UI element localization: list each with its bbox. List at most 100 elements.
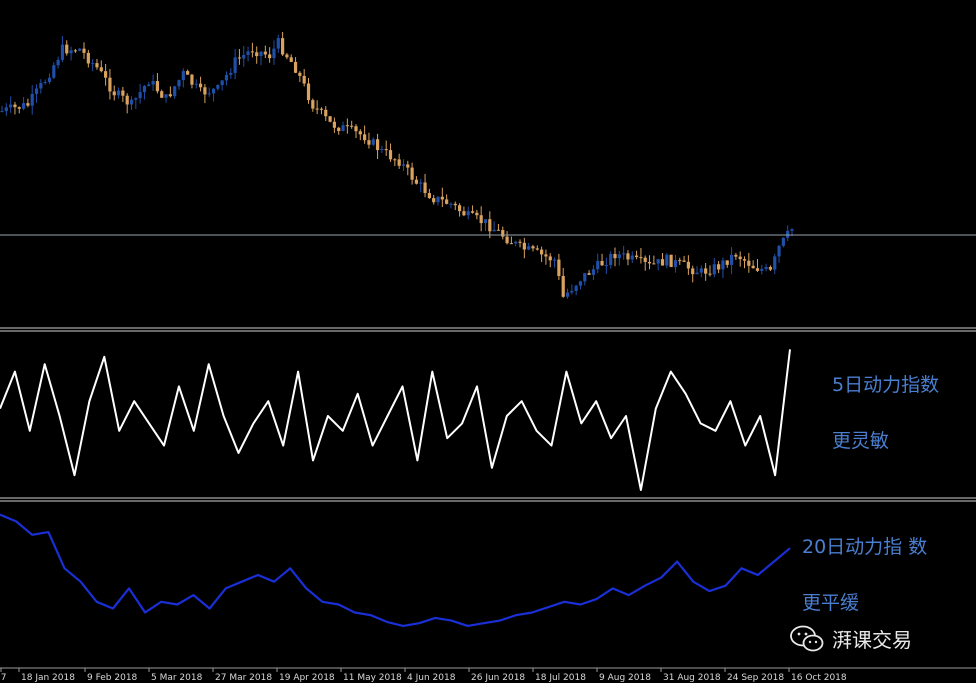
candle-body bbox=[764, 267, 768, 269]
candle-body bbox=[717, 264, 721, 270]
candle-body bbox=[557, 259, 561, 276]
candle-body bbox=[263, 51, 267, 55]
x-axis-ticks: 17 18 Jan 2018 9 Feb 2018 5 Mar 2018 27 Mar … bbox=[0, 668, 847, 683]
candle-body bbox=[82, 48, 86, 53]
candle-body bbox=[786, 230, 790, 238]
candle-body bbox=[384, 149, 388, 151]
candle-body bbox=[345, 125, 349, 127]
candle-body bbox=[626, 253, 630, 260]
candle-body bbox=[151, 81, 155, 85]
candle-body bbox=[52, 65, 56, 78]
candle-body bbox=[56, 59, 60, 66]
candle-body bbox=[121, 90, 125, 96]
candle-body bbox=[622, 253, 626, 255]
candle-body bbox=[112, 91, 116, 96]
brand-watermark: 湃课交易 bbox=[790, 624, 912, 653]
candle-body bbox=[367, 140, 371, 145]
candle-body bbox=[276, 38, 280, 49]
candle-body bbox=[43, 82, 47, 84]
candle-body bbox=[181, 71, 185, 81]
candle-body bbox=[583, 273, 587, 282]
candle-body bbox=[173, 86, 177, 97]
candle-body bbox=[138, 92, 142, 99]
candle-body bbox=[604, 265, 608, 267]
candle-body bbox=[99, 67, 103, 72]
candle-body bbox=[587, 273, 591, 275]
candle-body bbox=[647, 261, 652, 264]
candle-body bbox=[630, 255, 634, 260]
candle-body bbox=[268, 54, 272, 59]
candle-body bbox=[501, 230, 505, 237]
candle-body bbox=[160, 91, 164, 98]
x-tick-label: 4 Jun 2018 bbox=[407, 673, 456, 683]
candle-body bbox=[302, 75, 306, 84]
candle-body bbox=[211, 88, 216, 94]
candle-body bbox=[686, 261, 690, 269]
candle-body bbox=[34, 88, 39, 94]
x-tick-label: 17 bbox=[0, 673, 6, 683]
candle-body bbox=[535, 248, 539, 250]
candle-body bbox=[509, 243, 513, 245]
candle-body bbox=[695, 272, 699, 275]
candle-body bbox=[496, 229, 501, 231]
candle-body bbox=[250, 51, 254, 53]
candle-body bbox=[142, 86, 147, 93]
x-tick-label: 27 Mar 2018 bbox=[215, 673, 272, 683]
candle-body bbox=[751, 265, 755, 269]
candle-body bbox=[565, 292, 570, 297]
candle-body bbox=[768, 267, 773, 270]
candle-body bbox=[177, 80, 181, 87]
candle-body bbox=[104, 71, 108, 78]
candle-body bbox=[660, 259, 665, 266]
candle-body bbox=[527, 246, 531, 250]
candle-body bbox=[147, 84, 151, 87]
wechat-icon bbox=[790, 625, 824, 651]
panel3-subtitle: 更平缓 bbox=[802, 592, 860, 614]
candle-body bbox=[17, 107, 21, 109]
candle-body bbox=[449, 203, 453, 205]
candle-body bbox=[358, 131, 362, 135]
candle-body bbox=[436, 196, 440, 203]
candle-body bbox=[639, 257, 643, 259]
candle-body bbox=[30, 93, 34, 106]
candle-body bbox=[790, 229, 794, 231]
candle-body bbox=[440, 196, 444, 200]
candle-body bbox=[13, 104, 17, 108]
candle-body bbox=[388, 150, 393, 160]
candle-body bbox=[272, 48, 276, 59]
candle-body bbox=[26, 103, 30, 106]
x-tick-label: 5 Mar 2018 bbox=[151, 673, 203, 683]
candlestick-series bbox=[0, 32, 794, 299]
candle-body bbox=[445, 199, 449, 204]
candle-body bbox=[708, 273, 712, 275]
candle-body bbox=[609, 253, 613, 266]
candle-body bbox=[129, 99, 134, 105]
candle-body bbox=[78, 48, 82, 51]
candle-body bbox=[540, 249, 544, 255]
candle-body bbox=[432, 198, 436, 203]
candle-body bbox=[397, 159, 401, 166]
x-tick-label: 19 Apr 2018 bbox=[279, 673, 335, 683]
candle-body bbox=[570, 290, 574, 293]
candle-body bbox=[742, 259, 747, 261]
candle-body bbox=[423, 182, 427, 194]
candle-body bbox=[712, 264, 716, 275]
momentum-20-line bbox=[0, 513, 791, 628]
candle-body bbox=[479, 215, 483, 224]
candle-body bbox=[220, 80, 224, 85]
candle-body bbox=[155, 81, 160, 92]
candle-body bbox=[777, 245, 781, 257]
candle-body bbox=[522, 242, 526, 250]
candle-body bbox=[453, 203, 457, 206]
x-tick-label: 9 Aug 2018 bbox=[599, 673, 651, 683]
candle-body bbox=[350, 125, 354, 127]
candle-body bbox=[233, 57, 237, 73]
candle-body bbox=[134, 98, 138, 100]
candle-body bbox=[401, 164, 406, 166]
candle-body bbox=[125, 95, 129, 105]
brand-name: 湃课交易 bbox=[832, 628, 912, 652]
candle-body bbox=[246, 51, 250, 55]
candle-body bbox=[328, 116, 332, 122]
x-tick-label: 18 Jan 2018 bbox=[21, 673, 75, 683]
candle-body bbox=[285, 54, 289, 58]
